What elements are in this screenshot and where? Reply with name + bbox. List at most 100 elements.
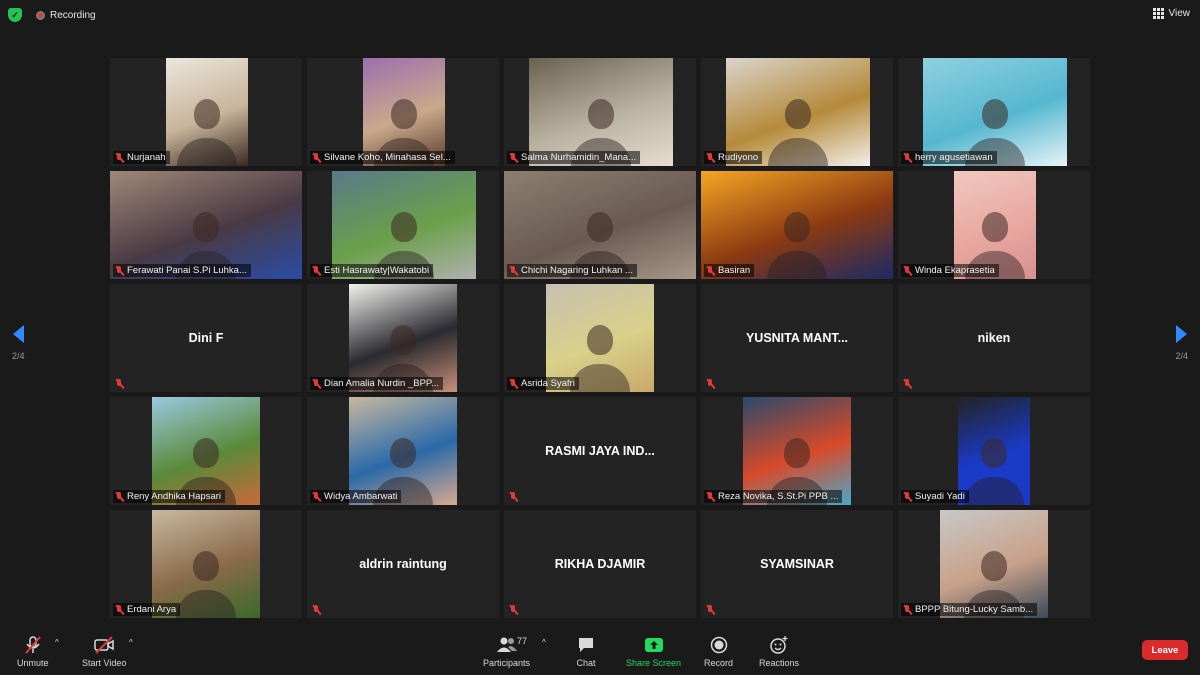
start-video-button[interactable]: Start Video	[82, 635, 126, 668]
share-screen-icon	[643, 635, 665, 655]
recording-indicator[interactable]: Recording	[36, 10, 96, 21]
next-page-button[interactable]: 2/4	[1175, 325, 1188, 361]
participant-tile[interactable]: Basiran	[701, 171, 893, 279]
participant-shoulders	[964, 477, 1024, 505]
smiley-plus-icon	[768, 635, 790, 655]
participant-tile[interactable]: Rudiyono	[701, 58, 893, 166]
previous-page-button[interactable]: 2/4	[12, 325, 25, 361]
unmute-button[interactable]: Unmute	[17, 635, 49, 668]
grid-view-icon	[1152, 8, 1164, 19]
leave-button[interactable]: Leave	[1142, 640, 1188, 660]
participant-name: Dian Amalia Nurdin _BPP...	[324, 378, 439, 389]
reactions-button[interactable]: Reactions	[759, 635, 799, 668]
record-label: Record	[704, 658, 734, 668]
participant-shoulders	[570, 364, 630, 392]
microphone-muted-icon	[312, 378, 321, 389]
participant-silhouette	[391, 99, 417, 130]
record-icon	[708, 635, 730, 655]
participant-video	[743, 397, 851, 505]
share-screen-button[interactable]: Share Screen	[626, 635, 681, 668]
participant-name: Winda Ekaprasetia	[915, 265, 995, 276]
participant-tile[interactable]: BPPP Bitung-Lucky Samb...	[898, 510, 1090, 618]
participant-tile[interactable]: Silvane Koho, Minahasa Sel...	[307, 58, 499, 166]
participant-tile[interactable]: YUSNITA MANT...	[701, 284, 893, 392]
participant-silhouette	[982, 212, 1008, 243]
microphone-muted-icon	[706, 152, 715, 163]
participant-tile[interactable]: SYAMSINAR	[701, 510, 893, 618]
participant-name-label: Winda Ekaprasetia	[901, 264, 999, 277]
participant-tile[interactable]: Erdani Arya	[110, 510, 302, 618]
share-screen-label: Share Screen	[626, 658, 682, 668]
microphone-muted-icon	[509, 378, 518, 389]
participant-tile[interactable]: Suyadi Yadi	[898, 397, 1090, 505]
unmute-label: Unmute	[17, 658, 49, 668]
microphone-muted-icon	[706, 265, 715, 276]
participants-options-chevron-icon[interactable]: ^	[542, 638, 546, 647]
audio-options-chevron-icon[interactable]: ^	[55, 638, 59, 647]
participant-display-name: Dini F	[188, 331, 224, 345]
participant-tile[interactable]: Reny Andhika Hapsari	[110, 397, 302, 505]
page-indicator-right: 2/4	[1175, 351, 1188, 361]
participant-name: Nurjanah	[127, 152, 166, 163]
participant-tile[interactable]: Reza Novika, S.St.Pi PPB ...	[701, 397, 893, 505]
participant-name-label: Basiran	[704, 264, 755, 277]
participant-tile[interactable]: Widya Ambarwati	[307, 397, 499, 505]
chat-button[interactable]: Chat	[575, 635, 597, 668]
participant-video	[152, 510, 260, 618]
start-video-label: Start Video	[82, 658, 127, 668]
participant-tile[interactable]: Chichi Nagaring Luhkan ...	[504, 171, 696, 279]
participant-video	[726, 58, 870, 166]
participant-video	[940, 510, 1048, 618]
participant-tile[interactable]: Nurjanah	[110, 58, 302, 166]
participant-name-label: Ferawati Panai S.Pi Luhka...	[113, 264, 251, 277]
participant-tile[interactable]: Dini F	[110, 284, 302, 392]
participant-silhouette	[194, 99, 220, 130]
participant-silhouette	[390, 325, 416, 356]
microphone-muted-icon	[903, 491, 912, 502]
participant-name-label: Nurjanah	[113, 151, 170, 164]
participant-name: Esti Hasrawaty|Wakatobi	[324, 265, 430, 276]
microphone-muted-icon	[115, 604, 124, 615]
participant-name-label: Silvane Koho, Minahasa Sel...	[310, 151, 455, 164]
participants-label: Participants	[483, 658, 531, 668]
video-options-chevron-icon[interactable]: ^	[129, 638, 133, 647]
participant-shoulders	[176, 590, 236, 618]
participant-name-label: Salma Nurhamidin_Mana...	[507, 151, 641, 164]
participant-display-name: YUSNITA MANT...	[745, 331, 849, 345]
participant-tile[interactable]: niken	[898, 284, 1090, 392]
participant-tile[interactable]: herry agusetiawan	[898, 58, 1090, 166]
participant-silhouette	[390, 438, 416, 469]
participant-video	[332, 171, 476, 279]
participant-video	[110, 171, 302, 279]
participant-name: BPPP Bitung-Lucky Samb...	[915, 604, 1034, 615]
participant-tile[interactable]: Winda Ekaprasetia	[898, 171, 1090, 279]
microphone-muted-icon	[903, 379, 912, 389]
participant-silhouette	[784, 212, 810, 243]
participant-tile[interactable]: Salma Nurhamidin_Mana...	[504, 58, 696, 166]
participant-tile[interactable]: Dian Amalia Nurdin _BPP...	[307, 284, 499, 392]
participant-tile[interactable]: aldrin raintung	[307, 510, 499, 618]
participant-video	[529, 58, 673, 166]
microphone-muted-icon	[312, 605, 321, 615]
participant-video	[152, 397, 260, 505]
microphone-muted-icon	[509, 492, 518, 502]
participant-video	[954, 171, 1036, 279]
participant-display-name: aldrin raintung	[359, 557, 447, 571]
participant-name: Reny Andhika Hapsari	[127, 491, 221, 502]
participant-tile[interactable]: RIKHA DJAMIR	[504, 510, 696, 618]
participant-tile[interactable]: Asrida Syafri	[504, 284, 696, 392]
participant-display-name: niken	[977, 331, 1011, 345]
participant-silhouette	[588, 99, 614, 130]
participant-tile[interactable]: Esti Hasrawaty|Wakatobi	[307, 171, 499, 279]
view-button[interactable]: View	[1152, 8, 1190, 19]
record-button[interactable]: Record	[704, 635, 733, 668]
encryption-shield-icon[interactable]: ✓	[8, 8, 22, 22]
participant-name-label: Reza Novika, S.St.Pi PPB ...	[704, 490, 843, 503]
participant-tile[interactable]: RASMI JAYA IND...	[504, 397, 696, 505]
participant-silhouette	[784, 438, 810, 469]
participant-tile[interactable]: Ferawati Panai S.Pi Luhka...	[110, 171, 302, 279]
participant-shoulders	[177, 138, 237, 166]
participants-count: 77	[517, 636, 528, 646]
participant-name-label	[704, 604, 719, 616]
participants-icon	[496, 635, 518, 655]
